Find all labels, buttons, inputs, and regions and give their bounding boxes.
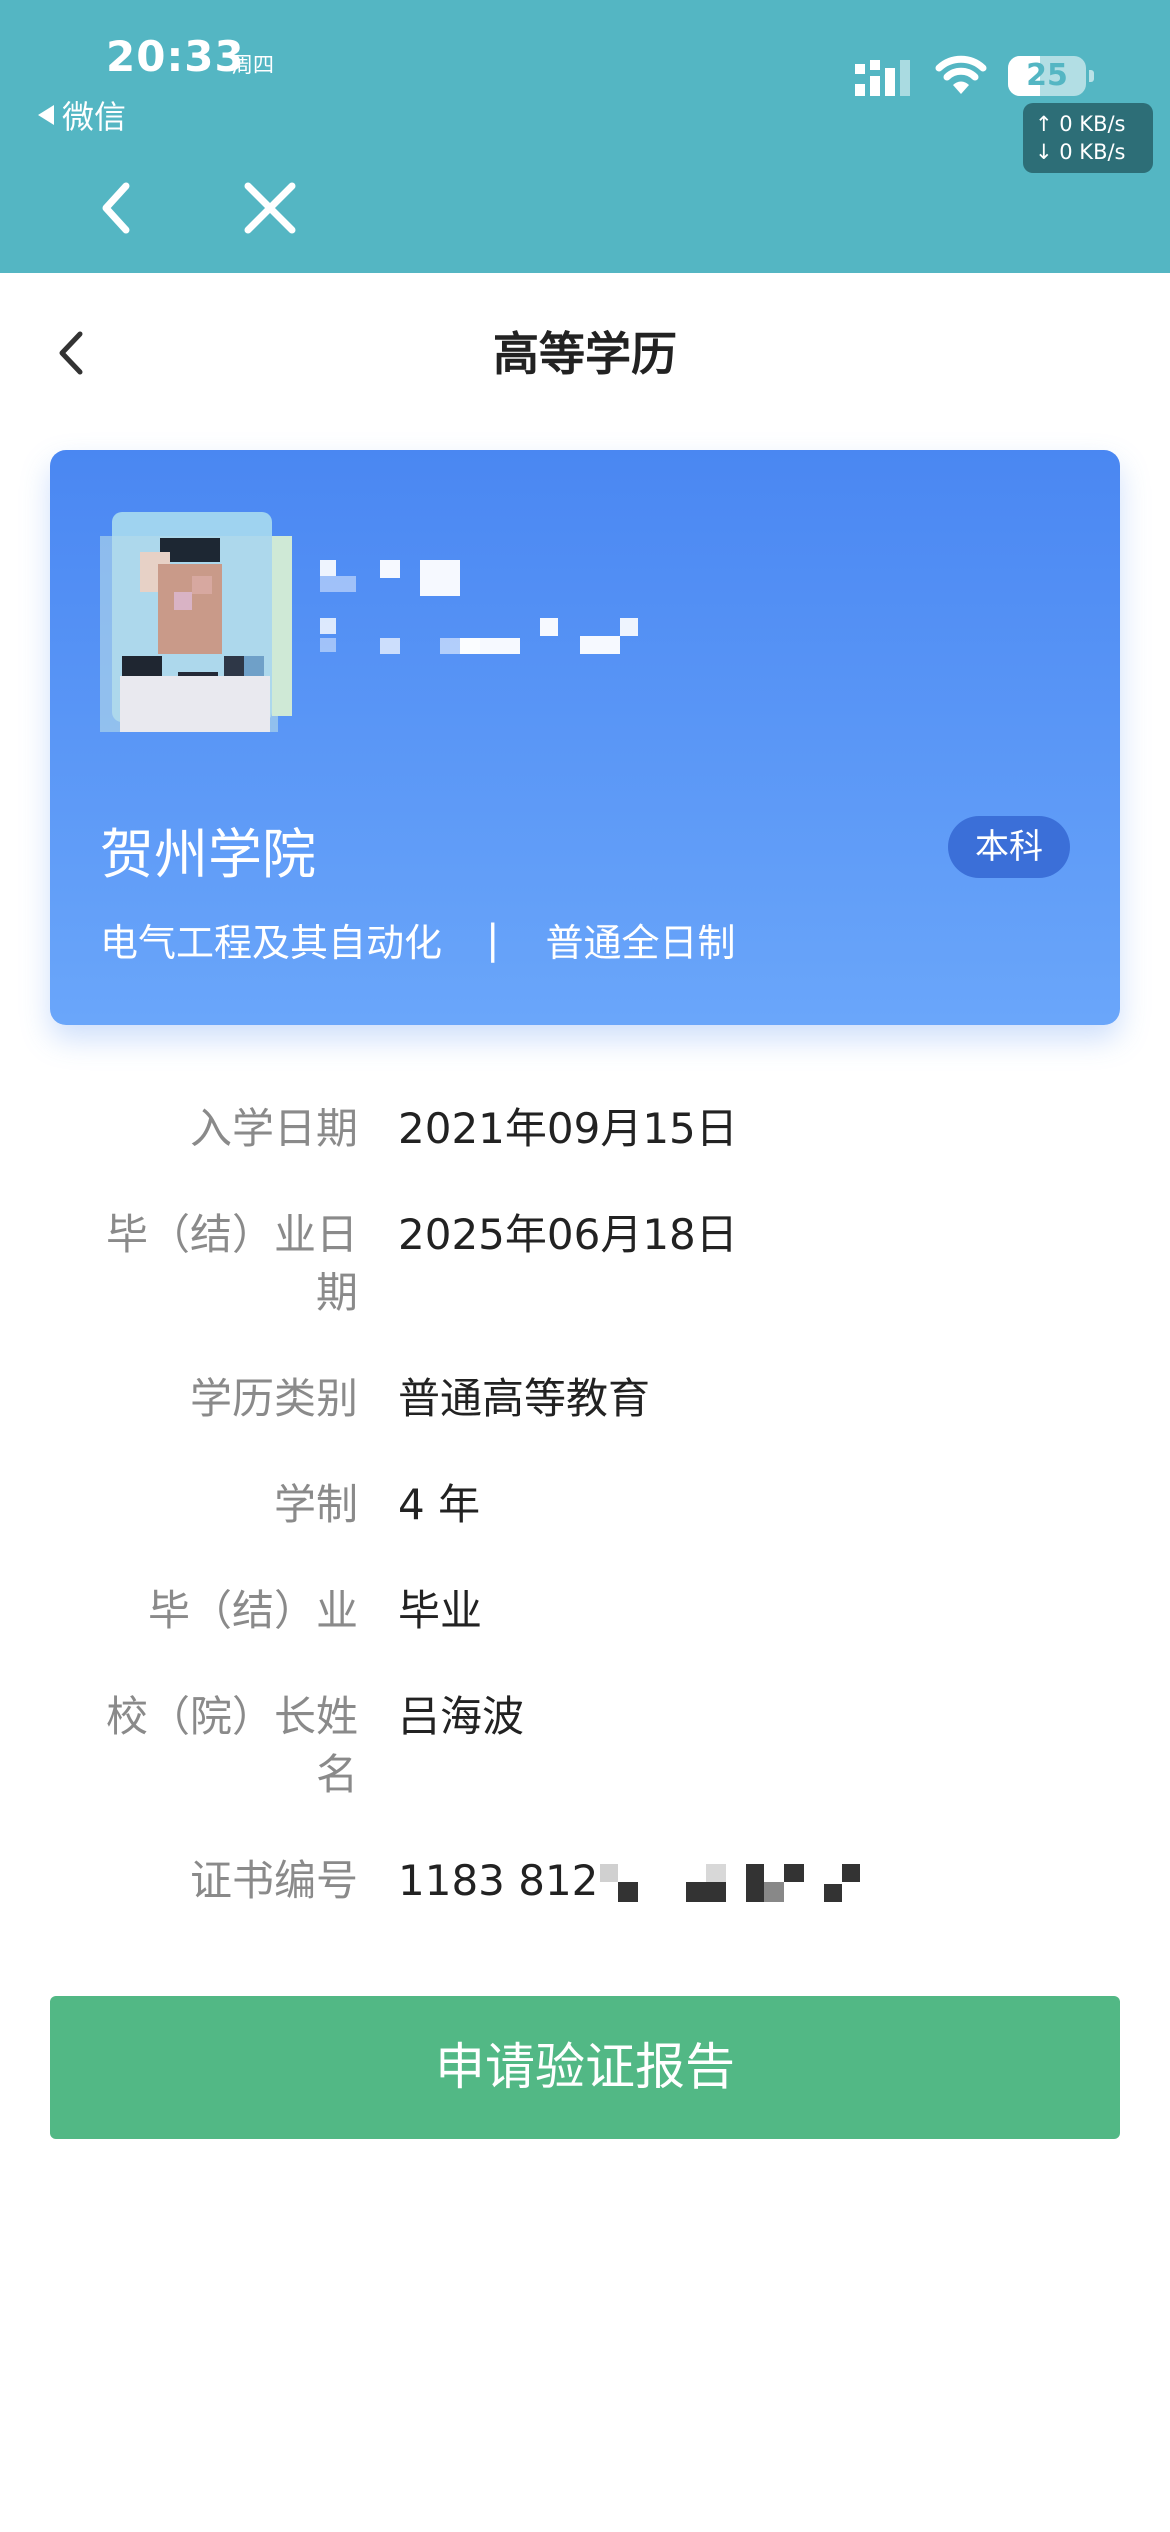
education-card: 贺州学院 本科 电气工程及其自动化 | 普通全日制 bbox=[50, 450, 1120, 1025]
info-row-certificate-number: 证书编号 1183 812 bbox=[0, 1852, 1170, 1910]
certificate-number: 1183 812 bbox=[398, 1856, 599, 1905]
study-mode: 普通全日制 bbox=[545, 921, 736, 965]
network-speed-indicator: ↑ 0 KB/s ↓ 0 KB/s bbox=[1023, 103, 1153, 173]
wechat-back-icon[interactable] bbox=[92, 178, 140, 238]
row-label: 学制 bbox=[273, 1480, 358, 1529]
certificate-number-mosaic bbox=[600, 1863, 861, 1902]
row-label: 校（院）长姓名 bbox=[105, 1692, 358, 1799]
row-label: 入学日期 bbox=[189, 1104, 358, 1153]
degree-level-badge: 本科 bbox=[948, 816, 1070, 878]
cellular-signal-icon bbox=[855, 60, 910, 96]
row-value: 1183 812 bbox=[358, 1852, 880, 1910]
wechat-close-icon[interactable] bbox=[240, 178, 300, 238]
info-row-duration: 学制 4 年 bbox=[0, 1476, 1170, 1534]
info-row-education-type: 学历类别 普通高等教育 bbox=[0, 1370, 1170, 1428]
education-details: 入学日期 2021年09月15日 毕（结）业日期 2025年06月18日 学历类… bbox=[0, 1100, 1170, 1958]
info-row-graduation-status: 毕（结）业 毕业 bbox=[0, 1582, 1170, 1640]
download-speed: ↓ 0 KB/s bbox=[1035, 140, 1126, 164]
wifi-icon bbox=[935, 55, 987, 94]
battery-icon: 25 bbox=[1008, 56, 1086, 96]
row-value: 4 年 bbox=[398, 1480, 481, 1529]
battery-level: 25 bbox=[1026, 58, 1068, 93]
info-row-enrollment-date: 入学日期 2021年09月15日 bbox=[0, 1100, 1170, 1158]
school-name: 贺州学院 bbox=[100, 823, 316, 886]
wechat-header: 20:33 周四 微信 25 ↑ 0 KB/s ↓ 0 KB/s bbox=[0, 0, 1170, 273]
row-value: 2025年06月18日 bbox=[398, 1210, 738, 1259]
back-triangle-icon bbox=[38, 105, 54, 125]
row-value: 普通高等教育 bbox=[398, 1374, 651, 1423]
card-subtitle: 电气工程及其自动化 | 普通全日制 bbox=[100, 912, 736, 967]
student-photo bbox=[100, 512, 292, 732]
back-app-label: 微信 bbox=[62, 98, 127, 136]
row-label: 毕（结）业 bbox=[147, 1586, 358, 1635]
row-value: 毕业 bbox=[398, 1586, 483, 1635]
major-name: 电气工程及其自动化 bbox=[100, 921, 443, 965]
page-title: 高等学历 bbox=[493, 327, 677, 381]
row-label: 证书编号 bbox=[189, 1856, 358, 1905]
info-row-president-name: 校（院）长姓名 吕海波 bbox=[0, 1688, 1170, 1804]
row-label: 学历类别 bbox=[189, 1374, 358, 1423]
status-weekday: 周四 bbox=[232, 53, 274, 77]
subtitle-separator: | bbox=[486, 916, 500, 963]
back-to-wechat-link[interactable]: 微信 bbox=[38, 92, 126, 138]
row-value: 吕海波 bbox=[398, 1692, 525, 1741]
status-time: 20:33 bbox=[106, 32, 245, 81]
row-label: 毕（结）业日期 bbox=[105, 1210, 358, 1317]
info-row-graduation-date: 毕（结）业日期 2025年06月18日 bbox=[0, 1206, 1170, 1322]
upload-speed: ↑ 0 KB/s bbox=[1035, 112, 1126, 136]
student-name-mosaic bbox=[320, 560, 638, 654]
request-verification-report-button[interactable]: 申请验证报告 bbox=[50, 1996, 1120, 2139]
row-value: 2021年09月15日 bbox=[398, 1104, 738, 1153]
